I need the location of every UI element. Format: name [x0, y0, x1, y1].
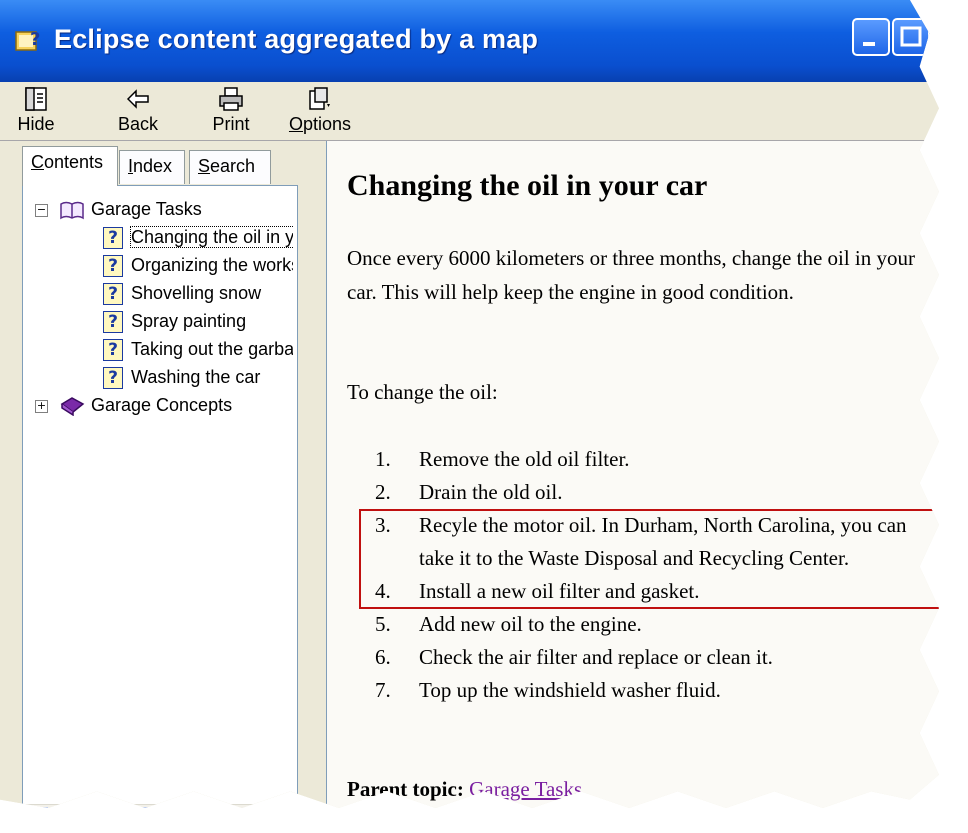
expand-toggle-garage-concepts[interactable]: + — [35, 400, 48, 413]
steps-lead-in: To change the oil: — [347, 380, 498, 404]
tree-book-garage-concepts[interactable]: Garage Concepts — [59, 392, 232, 418]
title-bar[interactable]: ? Eclipse content aggregated by a map — [0, 0, 968, 82]
help-topic-icon: ? — [103, 283, 123, 306]
tab-contents-accel: C — [31, 152, 44, 172]
tab-index[interactable]: Index — [119, 150, 185, 184]
page-title: Changing the oil in your car — [347, 169, 708, 202]
help-topic-icon: ? — [103, 255, 123, 278]
close-button[interactable] — [932, 18, 968, 56]
hide-button[interactable]: Hide — [10, 86, 62, 135]
tree-topic-label: Organizing the workspace — [131, 255, 293, 275]
tree-topic-shovelling-snow[interactable]: ? Shovelling snow — [103, 280, 293, 306]
step-text: Drain the old oil. — [419, 480, 563, 504]
step-text: Top up the windshield washer fluid. — [419, 678, 721, 702]
help-book-icon: ? — [15, 29, 40, 51]
tree-topic-label: Taking out the garbage — [131, 339, 293, 359]
tab-search[interactable]: Search — [189, 150, 271, 184]
tab-contents[interactable]: Contents — [22, 146, 118, 186]
options-label: Options — [288, 114, 352, 134]
tree-topic-spray-painting[interactable]: ? Spray painting — [103, 308, 293, 334]
topic-content-pane: Changing the oil in your car Once every … — [326, 141, 968, 833]
help-topic-icon: ? — [103, 227, 123, 250]
help-topic-icon: ? — [103, 339, 123, 362]
list-item: 2. Drain the old oil. — [375, 480, 563, 504]
tab-search-label: earch — [210, 156, 256, 176]
parent-topic-link[interactable]: Garage Tasks — [469, 777, 582, 801]
tree-topic-label: Washing the car — [131, 367, 261, 387]
minimize-button[interactable] — [852, 18, 890, 56]
horizontal-scrollbar[interactable]: ◀ ▶ — [24, 804, 296, 825]
vertical-scrollbar[interactable] — [941, 141, 968, 833]
tab-search-accel: S — [198, 156, 211, 176]
collapse-toggle-garage-tasks[interactable]: − — [35, 204, 48, 217]
chevron-right-icon: ▶ — [278, 811, 288, 825]
parent-topic-label: Parent topic: — [347, 777, 464, 801]
scroll-left-button[interactable]: ◀ — [26, 807, 48, 825]
maximize-button[interactable] — [892, 18, 930, 56]
window-title: Eclipse content aggregated by a map — [54, 24, 539, 54]
minimize-icon — [863, 42, 875, 46]
list-item: 5. Add new oil to the engine. — [375, 612, 642, 636]
step-text: Remove the old oil filter. — [419, 447, 630, 471]
tab-index-label: ndex — [133, 156, 173, 176]
hide-label: Hide — [17, 114, 55, 134]
options-icon — [309, 87, 330, 110]
chevron-left-icon: ◀ — [32, 811, 42, 825]
list-item: 7. Top up the windshield washer fluid. — [375, 678, 721, 702]
close-icon — [934, 20, 968, 54]
tree-topic-washing-car[interactable]: ? Washing the car — [103, 364, 293, 390]
help-topic-icon: ? — [103, 367, 123, 390]
svg-text:?: ? — [30, 29, 40, 50]
back-button[interactable]: Back — [112, 86, 164, 135]
help-topic-icon: ? — [103, 311, 123, 334]
parent-topic: Parent topic: Garage Tasks — [347, 777, 582, 802]
tree-book-label: Garage Tasks — [91, 199, 202, 219]
print-button[interactable]: Print — [205, 86, 257, 135]
closed-book-icon — [60, 397, 85, 417]
printer-icon — [219, 87, 243, 111]
maximize-icon — [900, 26, 922, 47]
list-item: 1. Remove the old oil filter. — [375, 447, 630, 471]
tree-topic-label: Changing the oil in your car — [129, 226, 293, 248]
list-item: 6. Check the air filter and replace or cl… — [375, 645, 773, 669]
step-text: Check the air filter and replace or clea… — [419, 645, 773, 669]
options-button[interactable]: Options — [283, 86, 357, 135]
contents-tree: − Garage Tasks ? Changing the oil in your… — [31, 196, 293, 776]
contents-tree-panel: − Garage Tasks ? Changing the oil in your… — [22, 185, 298, 825]
print-label: Print — [212, 114, 250, 134]
back-label: Back — [117, 114, 159, 134]
hide-pane-icon — [25, 87, 47, 111]
back-arrow-icon — [126, 89, 149, 109]
step-highlight-box — [359, 509, 939, 609]
tree-topic-changing-oil[interactable]: ? Changing the oil in your car — [103, 224, 293, 250]
scroll-right-button[interactable]: ▶ — [272, 807, 294, 825]
toolbar: Hide Back Print Options — [0, 82, 939, 141]
tree-topic-organizing-workspace[interactable]: ? Organizing the workspace — [103, 252, 293, 278]
tree-book-garage-tasks[interactable]: Garage Tasks — [59, 196, 202, 222]
step-text: Add new oil to the engine. — [419, 612, 642, 636]
help-window: ? Eclipse content aggregated by a map Hi… — [0, 0, 968, 833]
tree-book-label: Garage Concepts — [91, 395, 233, 415]
options-accel: O — [288, 114, 303, 134]
intro-paragraph: Once every 6000 kilometers or three mont… — [347, 246, 916, 304]
tree-topic-label: Shovelling snow — [131, 283, 262, 303]
open-book-icon — [60, 202, 84, 220]
tab-contents-label: ontents — [44, 152, 104, 172]
tree-topic-taking-out-garbage[interactable]: ? Taking out the garbage — [103, 336, 293, 362]
navigation-pane: Contents Index Search − Garage Tasks ? Ch… — [0, 141, 314, 825]
scroll-thumb[interactable] — [52, 807, 192, 809]
tree-topic-label: Spray painting — [131, 311, 247, 331]
